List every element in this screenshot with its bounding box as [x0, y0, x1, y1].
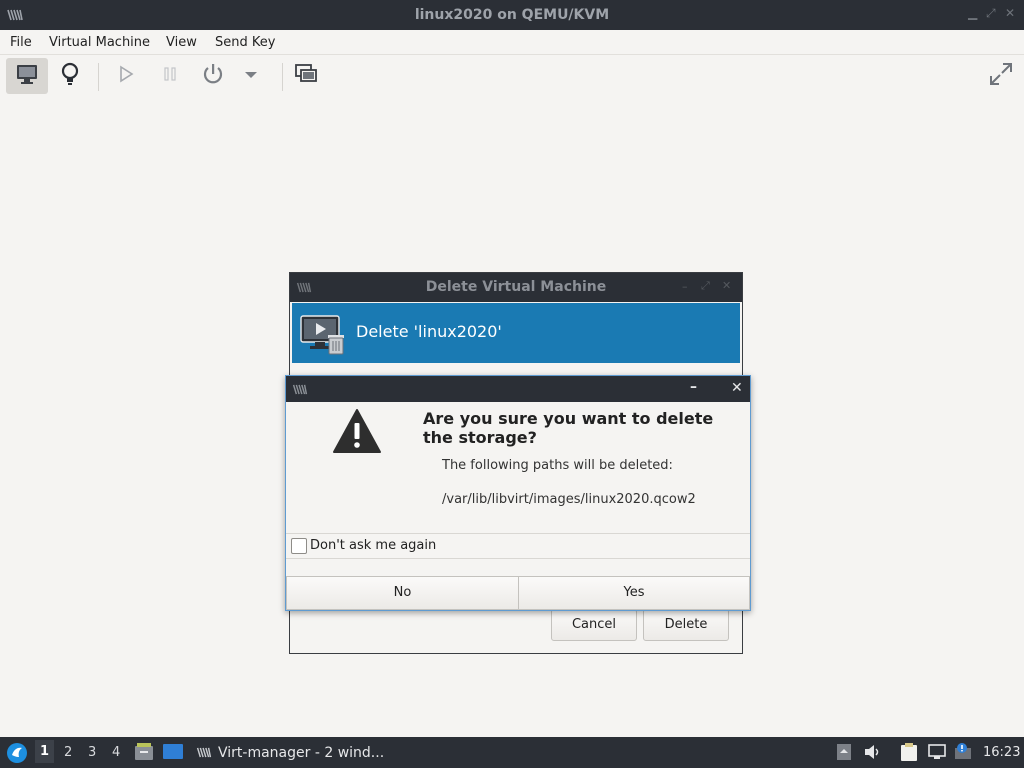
vm-delete-icon — [300, 315, 346, 359]
delete-vm-dialog-title: Delete Virtual Machine — [425, 279, 607, 295]
no-button[interactable]: No — [286, 576, 519, 610]
shutdown-menu-button[interactable] — [232, 58, 270, 94]
maximize-button[interactable]: ⤢ — [986, 6, 996, 21]
delete-vm-dialog-titlebar[interactable]: Delete Virtual Machine – ⤢ ✕ — [290, 273, 742, 302]
clock: 16:23 — [983, 745, 1021, 760]
dont-ask-checkbox[interactable] — [291, 538, 307, 554]
snapshots-button[interactable] — [285, 58, 327, 94]
confirm-subtext: The following paths will be deleted: — [442, 458, 673, 473]
main-titlebar[interactable]: linux2020 on QEMU/KVM ▁ ⤢ ✕ — [0, 0, 1024, 30]
workspace-3[interactable]: 3 — [88, 745, 96, 760]
menu-virtual-machine[interactable]: Virtual Machine — [49, 35, 150, 50]
dont-ask-label[interactable]: Don't ask me again — [310, 538, 436, 553]
start-menu-icon[interactable] — [6, 742, 28, 768]
console-button[interactable] — [6, 58, 48, 94]
details-lightbulb-icon — [59, 62, 81, 90]
menu-file[interactable]: File — [10, 35, 32, 50]
close-button[interactable]: ✕ — [1005, 6, 1015, 20]
run-button[interactable] — [105, 58, 147, 94]
close-icon[interactable]: ✕ — [722, 279, 731, 292]
update-notification-icon[interactable] — [954, 742, 972, 764]
shutdown-button[interactable] — [192, 58, 234, 94]
power-icon — [201, 62, 225, 90]
taskbar: 1 2 3 4 Virt-manager - 2 wind... 16:23 — [0, 737, 1024, 768]
clipboard-icon[interactable] — [900, 742, 918, 766]
virt-manager-logo-icon — [292, 384, 308, 399]
file-manager-icon[interactable] — [134, 742, 154, 766]
taskbar-task-virt-manager[interactable]: Virt-manager - 2 wind... — [218, 745, 384, 761]
confirm-close-button[interactable]: ✕ — [731, 380, 743, 396]
workspace-1[interactable]: 1 — [35, 740, 55, 763]
menubar: File Virtual Machine View Send Key — [0, 30, 1024, 55]
pause-icon — [161, 65, 179, 87]
minimize-icon[interactable]: – — [682, 280, 688, 293]
delete-vm-banner-text: Delete 'linux2020' — [356, 322, 502, 341]
delete-button[interactable]: Delete — [643, 609, 729, 641]
network-icon[interactable] — [928, 744, 946, 764]
pause-button[interactable] — [149, 58, 191, 94]
snapshots-icon — [294, 63, 318, 89]
confirm-delete-storage-dialog: – ✕ Are you sure you want to delete the … — [285, 375, 751, 611]
warning-icon — [332, 408, 382, 458]
virt-manager-task-icon — [195, 747, 213, 762]
delete-vm-banner: Delete 'linux2020' — [292, 303, 740, 363]
confirm-minimize-button[interactable]: – — [690, 379, 697, 395]
desktop-icon[interactable] — [162, 743, 184, 765]
workspace-4[interactable]: 4 — [112, 745, 120, 760]
run-icon — [117, 65, 135, 87]
window-title: linux2020 on QEMU/KVM — [414, 7, 610, 23]
details-button[interactable] — [49, 58, 91, 94]
console-monitor-icon — [15, 63, 39, 89]
fullscreen-icon — [988, 61, 1014, 91]
cancel-button[interactable]: Cancel — [551, 609, 637, 641]
tray-menu-icon[interactable] — [836, 743, 852, 765]
power-menu-chevron-icon — [244, 69, 258, 84]
toolbar — [0, 55, 1024, 99]
storage-path: /var/lib/libvirt/images/linux2020.qcow2 — [442, 492, 696, 507]
confirm-heading: Are you sure you want to delete the stor… — [423, 409, 714, 447]
volume-icon[interactable] — [864, 744, 882, 764]
workspace-2[interactable]: 2 — [64, 745, 72, 760]
yes-button[interactable]: Yes — [518, 576, 750, 610]
menu-view[interactable]: View — [166, 35, 197, 50]
dont-ask-row[interactable]: Don't ask me again — [286, 533, 750, 559]
confirm-dialog-titlebar[interactable]: – ✕ — [286, 376, 750, 402]
fullscreen-button[interactable] — [980, 58, 1022, 94]
minimize-button[interactable]: ▁ — [968, 6, 977, 20]
maximize-icon[interactable]: ⤢ — [701, 279, 710, 293]
menu-send-key[interactable]: Send Key — [215, 35, 275, 50]
